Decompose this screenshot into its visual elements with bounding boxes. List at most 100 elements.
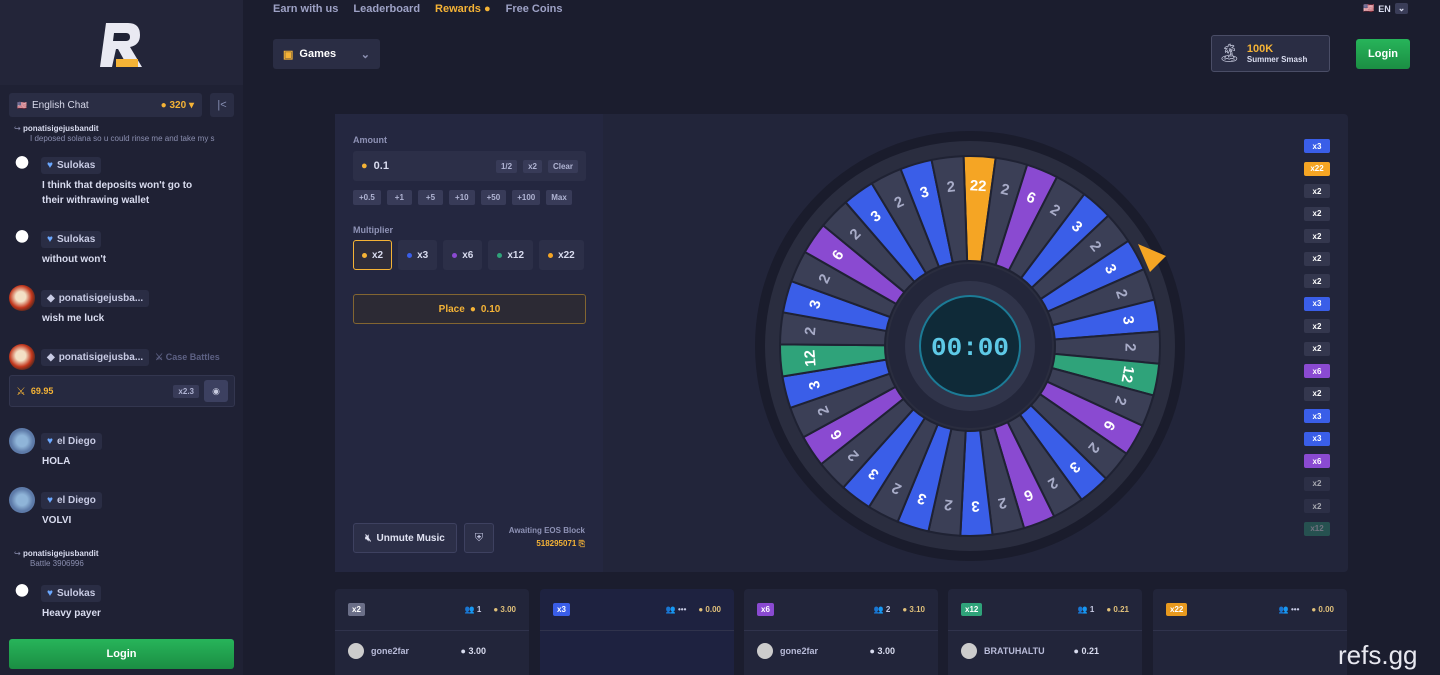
nav-rewards[interactable]: Rewards ● — [435, 3, 491, 15]
history-item: x2 — [1304, 476, 1330, 491]
avatar — [9, 152, 35, 178]
online-count: ● 320 ▾ — [160, 99, 194, 111]
amount-input[interactable]: ● 0.1 1/2 x2 Clear — [353, 151, 586, 181]
promo-banner[interactable]: 🏝 100K Summer Smash — [1211, 35, 1330, 72]
coin-icon: ● — [361, 160, 368, 172]
bet-column-x6: x6 👥 2 ● 3.10 gone2far ● 3.00 — [744, 589, 938, 675]
history-item: x12 — [1304, 521, 1330, 536]
logo[interactable] — [0, 0, 243, 85]
history-item: x3 — [1304, 431, 1330, 446]
mult-x6-button[interactable]: x6 — [443, 240, 483, 270]
chat-login-button[interactable]: Login — [9, 639, 234, 669]
chevron-down-icon: ⌄ — [360, 48, 370, 61]
history-item: x2 — [1304, 386, 1330, 401]
nav-free-coins[interactable]: Free Coins — [506, 3, 563, 15]
bet-amount: ● 0.21 — [1073, 646, 1099, 656]
bet-total: ● 0.00 — [698, 605, 721, 614]
history-item: x22 — [1304, 161, 1330, 176]
games-dropdown[interactable]: ▣ Games ⌄ — [273, 39, 380, 69]
inc-0-5-button[interactable]: +0.5 — [353, 190, 381, 205]
bet-column-header: x6 👥 2 ● 3.10 — [744, 589, 938, 631]
timer-text: 00:00 — [931, 333, 1009, 363]
multiplier-tag: x12 — [961, 603, 983, 616]
multiplier-tag: x6 — [757, 603, 774, 616]
inc-50-button[interactable]: +50 — [480, 190, 507, 205]
collapse-chat-button[interactable]: |< — [210, 93, 234, 117]
chat-message: ♥ el Diego VOLVI — [9, 487, 229, 528]
login-button[interactable]: Login — [1356, 39, 1410, 69]
bet-column-header: x12 👥 1 ● 0.21 — [948, 589, 1142, 631]
wheel-segment-label: 22 — [969, 177, 987, 195]
wheel-segment-label: 12 — [1118, 365, 1138, 384]
half-button[interactable]: 1/2 — [495, 159, 518, 173]
history-item: x2 — [1304, 341, 1330, 356]
inc-1-button[interactable]: +1 — [386, 190, 412, 205]
unmute-music-button[interactable]: 🔇︎ Unmute Music — [353, 523, 457, 553]
place-bet-button[interactable]: Place ● 0.10 — [353, 294, 586, 324]
nav-leaderboard[interactable]: Leaderboard — [353, 3, 420, 15]
promo-label: Summer Smash — [1246, 55, 1308, 64]
player-count: 👥 ••• — [665, 605, 687, 614]
inc-100-button[interactable]: +100 — [512, 190, 541, 205]
logo-icon — [99, 22, 142, 67]
inc-10-button[interactable]: +10 — [449, 190, 475, 205]
history-item: x2 — [1304, 274, 1330, 288]
heart-icon: ♥ — [47, 435, 53, 447]
bet-amount: ● 3.00 — [460, 646, 486, 656]
bet-stats: 👥 1 ● 0.21 — [1078, 605, 1129, 614]
bet-controls — [335, 114, 603, 572]
history-item: x2 — [1304, 499, 1330, 513]
avatar — [9, 428, 35, 454]
heart-icon: ♥ — [47, 159, 53, 171]
link-icon[interactable]: ⎘ — [579, 539, 585, 548]
history-item: x2 — [1304, 229, 1330, 243]
chat-message-reply: ↪ ponatisigejusbandit I deposed solana s… — [14, 124, 215, 143]
increment-buttons: +0.5 +1 +5 +10 +50 +100 Max — [353, 190, 572, 205]
history-item: x3 — [1304, 409, 1330, 423]
mult-x12-button[interactable]: x12 — [488, 240, 534, 270]
mult-x3-button[interactable]: x3 — [398, 240, 438, 270]
multiplier-buttons: x2 x3 x6 x12 x22 — [353, 240, 584, 270]
chat-message-reply: ↪ ponatisigejusbandit Battle 3906996 — [14, 549, 99, 568]
multiplier-label: Multiplier — [353, 225, 393, 235]
amount-label: Amount — [353, 135, 387, 145]
bet-stats: 👥 ••• ● 0.00 — [1279, 605, 1334, 614]
history-item: x3 — [1304, 139, 1330, 153]
bet-username: gone2far — [780, 646, 819, 656]
eos-block: Awaiting EOS Block 518295071 ⎘ — [508, 526, 585, 548]
avatar — [9, 226, 35, 252]
bet-column-x22: x22 👥 ••• ● 0.00 — [1153, 589, 1347, 675]
chat-message: ♥ Sulokas Heavy payer — [9, 580, 229, 621]
chat-message: ◆ ponatisigejusba... wish me luck — [9, 285, 229, 326]
chat-message: ♥ Sulokas I think that deposits won't go … — [9, 152, 229, 208]
chat-channel-select[interactable]: 🇺🇸 English Chat ● 320 ▾ — [9, 93, 202, 117]
mult-x2-button[interactable]: x2 — [353, 240, 393, 270]
bet-total: ● 3.00 — [493, 605, 516, 614]
player-count: 👥 ••• — [1278, 605, 1300, 614]
player-count: 👥 2 — [873, 605, 891, 614]
inc-5-button[interactable]: +5 — [417, 190, 444, 205]
bet-stats: 👥 2 ● 3.10 — [874, 605, 925, 614]
avatar — [9, 285, 35, 311]
diamond-icon: ◆ — [47, 292, 55, 304]
wheel-segment-label: 12 — [801, 349, 819, 367]
nav-earn[interactable]: Earn with us — [273, 3, 338, 15]
history-item: x2 — [1304, 206, 1330, 221]
player-count: 👥 1 — [1077, 605, 1095, 614]
double-button[interactable]: x2 — [523, 159, 542, 173]
coin-icon: ● — [469, 303, 476, 315]
max-button[interactable]: Max — [546, 190, 572, 205]
language-select[interactable]: 🇺🇸 EN ⌄ — [1363, 3, 1409, 14]
eye-icon[interactable]: ◉ — [204, 380, 228, 402]
wheel-segment-label: 2 — [1121, 343, 1138, 351]
player-count: 👥 1 — [464, 605, 482, 614]
fairness-button[interactable]: ⛨ — [464, 523, 494, 553]
battle-card[interactable]: ⚔ 69.95 x2.3 ◉ — [9, 375, 235, 407]
bet-column-x12: x12 👥 1 ● 0.21 BRATUHALTU ● 0.21 — [948, 589, 1142, 675]
swords-icon: ⚔ — [16, 385, 26, 398]
clear-button[interactable]: Clear — [547, 159, 578, 173]
mult-x22-button[interactable]: x22 — [539, 240, 584, 270]
bet-column-x3: x3 👥 ••• ● 0.00 — [540, 589, 734, 675]
result-history: x3 x22 x2 x2 x2 x2 x2 x3 x2 x2 x6 x2 x3 x3 x6 x2 x2 x12 — [1304, 139, 1330, 544]
chat-message: ♥ el Diego HOLA — [9, 428, 229, 469]
